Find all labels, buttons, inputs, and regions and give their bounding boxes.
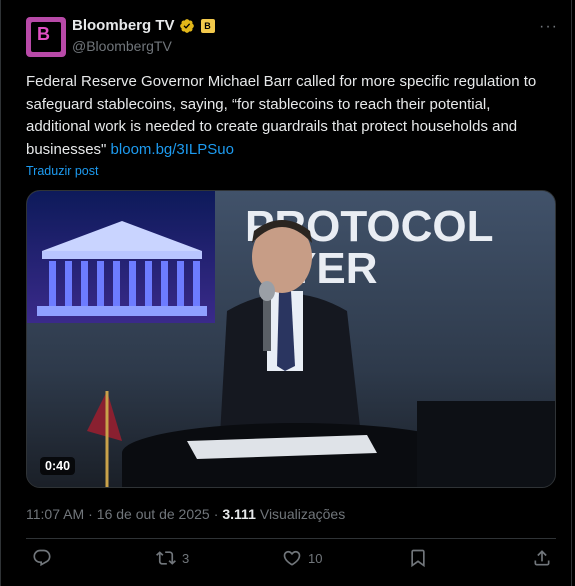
video-duration: 0:40 bbox=[40, 457, 76, 475]
tweet-date[interactable]: 16 de out de 2025 bbox=[97, 506, 210, 522]
meta-separator: · bbox=[88, 506, 93, 522]
tweet-text: Federal Reserve Governor Michael Barr ca… bbox=[26, 71, 541, 161]
tweet-link[interactable]: bloom.bg/3ILPSuo bbox=[111, 141, 234, 158]
tweet-card: B Bloomberg TV B @BloombergTV ··· Federa… bbox=[0, 0, 575, 586]
divider bbox=[26, 538, 556, 539]
author-display-name[interactable]: Bloomberg TV bbox=[72, 17, 175, 34]
author-handle[interactable]: @BloombergTV bbox=[72, 38, 172, 54]
more-icon[interactable]: ··· bbox=[539, 18, 558, 36]
left-border bbox=[0, 0, 1, 586]
video-player[interactable]: PROTOCOL YER bbox=[26, 190, 556, 488]
right-border bbox=[571, 0, 572, 586]
avatar[interactable]: B bbox=[26, 17, 66, 57]
tweet-body: Federal Reserve Governor Michael Barr ca… bbox=[26, 73, 537, 158]
avatar-logo: B bbox=[31, 22, 61, 52]
like-count: 10 bbox=[308, 550, 323, 566]
meta-separator: · bbox=[213, 506, 219, 522]
retweet-count: 3 bbox=[182, 550, 190, 566]
tweet-time[interactable]: 11:07 AM bbox=[26, 506, 84, 522]
retweet-button[interactable]: 3 bbox=[156, 548, 189, 568]
retweet-icon bbox=[156, 551, 176, 565]
bookmark-icon bbox=[411, 549, 425, 568]
tweet-meta: 11:07 AM · 16 de out de 2025 · 3.111 Vis… bbox=[26, 506, 345, 522]
views-label: Visualizações bbox=[259, 506, 346, 522]
like-button[interactable]: 10 bbox=[282, 548, 322, 568]
bookmark-button[interactable] bbox=[408, 548, 428, 568]
share-button[interactable] bbox=[532, 548, 552, 568]
translate-post-link[interactable]: Traduzir post bbox=[26, 164, 98, 178]
action-bar: 3 10 bbox=[26, 548, 556, 574]
views-count: 3.111 bbox=[222, 506, 256, 522]
verified-icon bbox=[179, 18, 194, 33]
reply-button[interactable] bbox=[32, 548, 58, 568]
author-name-row: Bloomberg TV B bbox=[72, 17, 215, 34]
like-icon bbox=[283, 550, 301, 566]
video-frame: PROTOCOL YER bbox=[27, 191, 555, 487]
reply-icon bbox=[33, 549, 51, 567]
org-badge-icon: B bbox=[200, 18, 215, 33]
share-icon bbox=[534, 550, 550, 566]
